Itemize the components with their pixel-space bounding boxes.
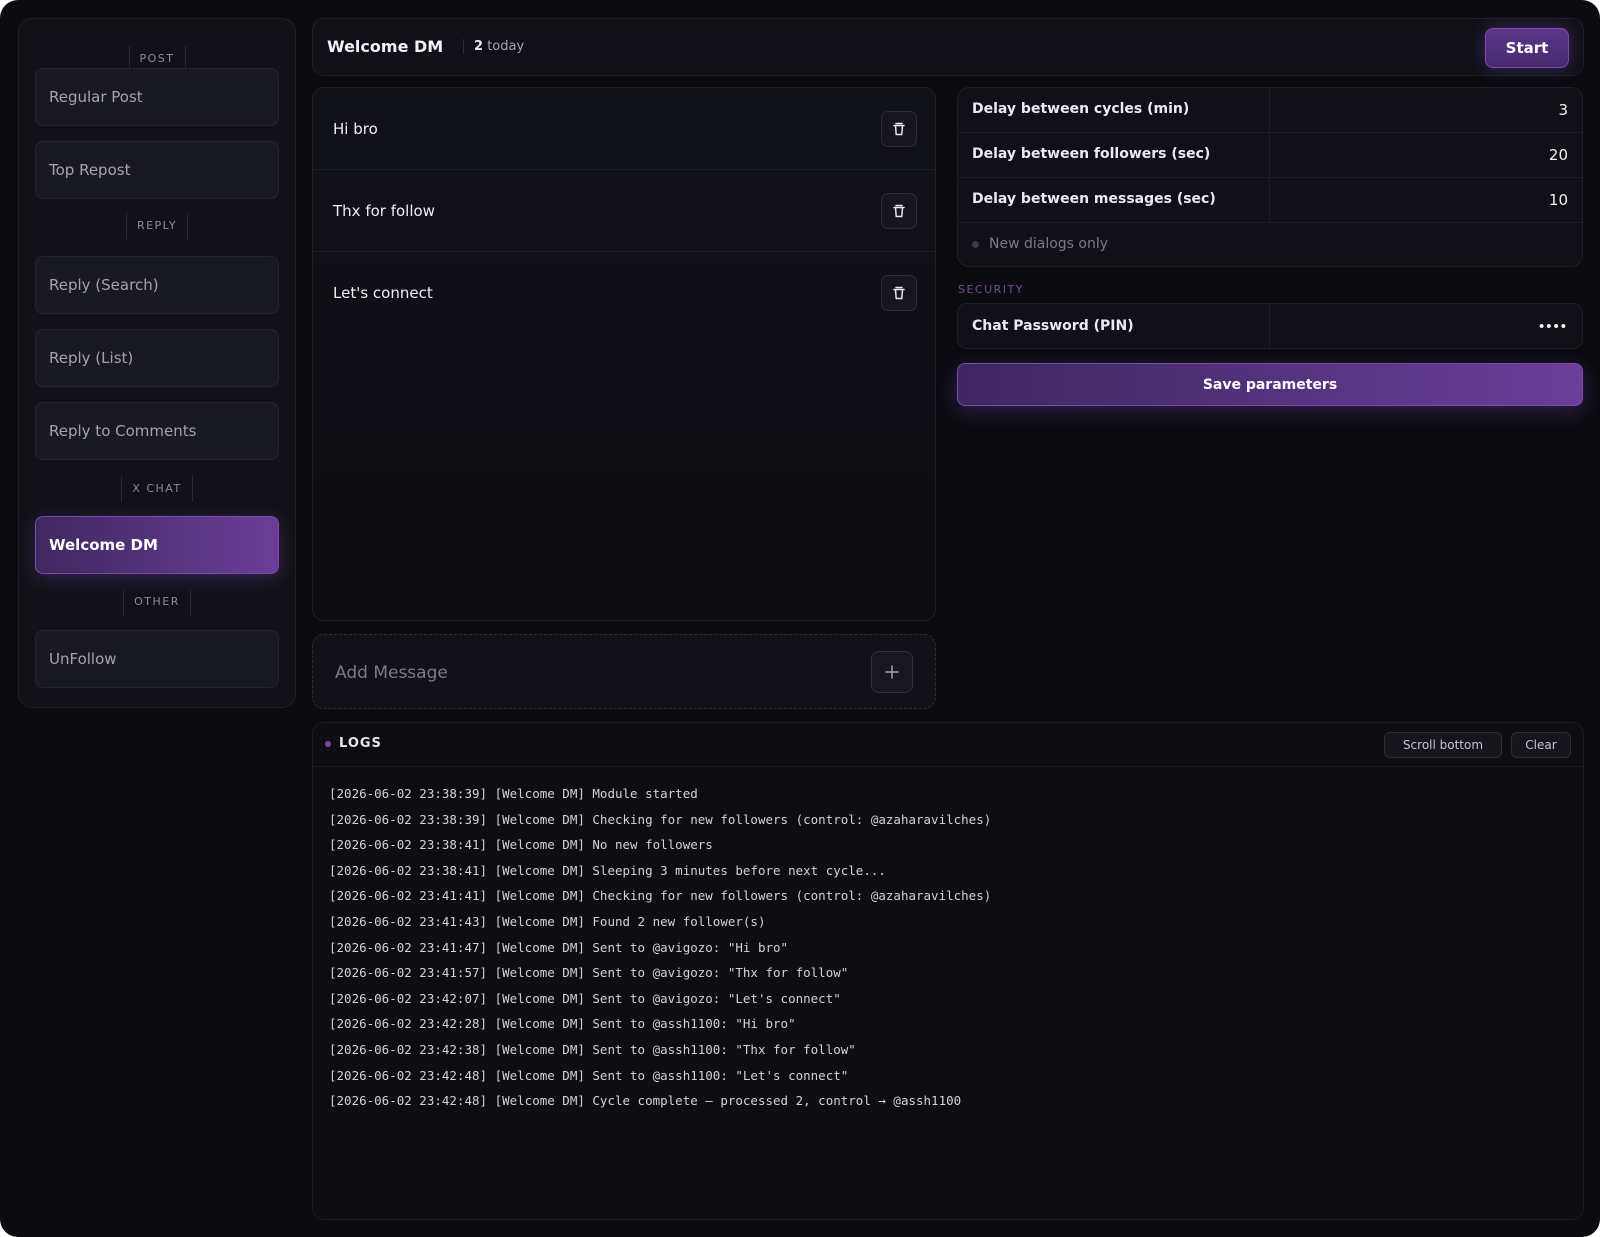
log-line: [2026-06-02 23:41:41] [Welcome DM] Check… xyxy=(329,888,992,904)
toggle-off-dot-icon xyxy=(972,240,979,248)
log-line: [2026-06-02 23:38:39] [Welcome DM] Modul… xyxy=(329,786,698,801)
security-section-title: SECURITY xyxy=(958,283,1024,296)
parameters-panel: Delay between cycles (min) Delay between… xyxy=(957,87,1583,267)
plus-icon xyxy=(885,665,899,679)
start-button[interactable]: Start xyxy=(1485,28,1569,68)
log-line: [2026-06-02 23:38:41] [Welcome DM] No ne… xyxy=(329,837,713,853)
log-line: [2026-06-02 23:41:47] [Welcome DM] Sent … xyxy=(329,939,789,955)
logs-title: LOGS xyxy=(325,736,382,751)
scroll-bottom-button[interactable]: Scroll bottom xyxy=(1384,732,1502,758)
logs-title-text: LOGS xyxy=(339,736,382,751)
delete-message-button[interactable] xyxy=(881,193,917,229)
sidebar-item-regular-post[interactable]: Regular Post xyxy=(35,68,279,126)
module-header: Welcome DM 2 today Start xyxy=(312,18,1584,76)
sidebar: POST Regular Post Top Repost REPLY Reply… xyxy=(18,18,296,708)
trash-icon xyxy=(893,286,905,300)
message-list: Hi bro Thx for follow Let's connect xyxy=(312,87,936,621)
log-output: [2026-06-02 23:38:39] [Welcome DM] Modul… xyxy=(329,781,1567,1114)
page-title: Welcome DM xyxy=(327,37,444,56)
delay-followers-input[interactable] xyxy=(1270,133,1582,177)
pin-input[interactable] xyxy=(1270,304,1582,348)
save-parameters-button[interactable]: Save parameters xyxy=(957,363,1583,406)
sidebar-item-top-repost[interactable]: Top Repost xyxy=(35,141,279,199)
clear-logs-button[interactable]: Clear xyxy=(1511,732,1571,758)
delay-messages-input[interactable] xyxy=(1270,178,1582,222)
sidebar-item-unfollow[interactable]: UnFollow xyxy=(35,630,279,688)
pin-row: Chat Password (PIN) xyxy=(957,303,1583,349)
today-count: 2 xyxy=(474,39,484,54)
add-message-box xyxy=(312,634,936,709)
pin-label: Chat Password (PIN) xyxy=(972,318,1134,334)
param-row: Delay between cycles (min) xyxy=(958,88,1582,133)
section-label-other: OTHER xyxy=(19,589,295,615)
param-row: Delay between followers (sec) xyxy=(958,133,1582,178)
log-line: [2026-06-02 23:41:57] [Welcome DM] Sent … xyxy=(329,965,849,981)
section-label-xchat: X CHAT xyxy=(19,476,295,502)
message-item: Hi bro xyxy=(313,88,935,170)
param-row: Delay between messages (sec) xyxy=(958,178,1582,223)
log-line: [2026-06-02 23:42:48] [Welcome DM] Sent … xyxy=(329,1067,849,1083)
section-label-reply: REPLY xyxy=(19,213,295,239)
param-label: Delay between messages (sec) xyxy=(972,191,1216,207)
logs-panel: LOGS Scroll bottom Clear [2026-06-02 23:… xyxy=(312,722,1584,1220)
trash-icon xyxy=(893,204,905,218)
message-item: Thx for follow xyxy=(313,170,935,252)
new-dialogs-only-toggle[interactable]: New dialogs only xyxy=(972,236,1108,252)
log-line: [2026-06-02 23:42:38] [Welcome DM] Sent … xyxy=(329,1041,856,1057)
delete-message-button[interactable] xyxy=(881,111,917,147)
add-message-button[interactable] xyxy=(871,651,913,693)
log-line: [2026-06-02 23:42:28] [Welcome DM] Sent … xyxy=(329,1016,796,1032)
toggle-label: New dialogs only xyxy=(989,236,1109,252)
app-window: POST Regular Post Top Repost REPLY Reply… xyxy=(0,0,1600,1237)
param-label: Delay between cycles (min) xyxy=(972,101,1190,117)
log-line: [2026-06-02 23:38:39] [Welcome DM] Check… xyxy=(329,811,992,827)
sidebar-item-reply-list[interactable]: Reply (List) xyxy=(35,329,279,387)
message-item: Let's connect xyxy=(313,252,935,334)
add-message-input[interactable] xyxy=(333,659,837,687)
sidebar-item-reply-search[interactable]: Reply (Search) xyxy=(35,256,279,314)
log-line: [2026-06-02 23:41:43] [Welcome DM] Found… xyxy=(329,913,766,929)
dot-icon xyxy=(325,740,331,747)
param-label: Delay between followers (sec) xyxy=(972,146,1211,162)
sidebar-item-welcome-dm[interactable]: Welcome DM xyxy=(35,516,279,574)
message-text: Thx for follow xyxy=(333,201,435,220)
log-line: [2026-06-02 23:38:41] [Welcome DM] Sleep… xyxy=(329,862,886,878)
today-count-badge: 2 today xyxy=(463,39,524,54)
message-text: Hi bro xyxy=(333,119,378,138)
sidebar-item-reply-to-comments[interactable]: Reply to Comments xyxy=(35,402,279,460)
log-line: [2026-06-02 23:42:48] [Welcome DM] Cycle… xyxy=(329,1093,962,1109)
delete-message-button[interactable] xyxy=(881,275,917,311)
logs-header: LOGS Scroll bottom Clear xyxy=(313,723,1583,767)
delay-cycles-input[interactable] xyxy=(1270,88,1582,132)
trash-icon xyxy=(893,122,905,136)
log-line: [2026-06-02 23:42:07] [Welcome DM] Sent … xyxy=(329,990,841,1006)
today-count-suffix: today xyxy=(487,39,525,54)
message-text: Let's connect xyxy=(333,284,433,302)
